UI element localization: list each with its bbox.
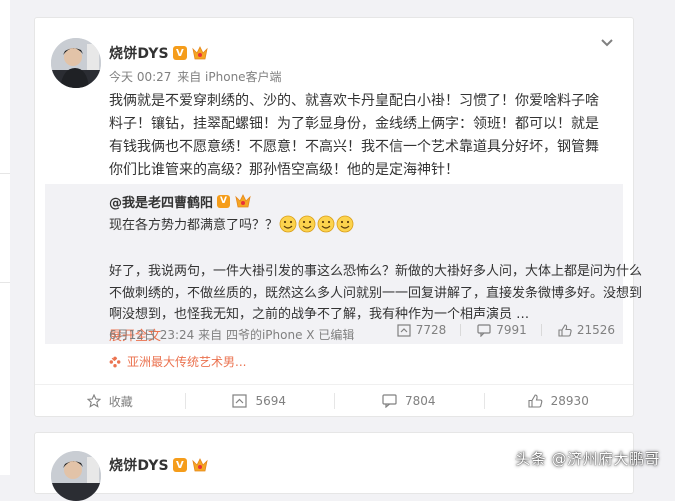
forward-icon xyxy=(232,394,248,408)
post-text-line: 料子！镶钻，挂翠配螺钿！为了彰显身份，金线绣上俩字：领班！都可以！就是 xyxy=(109,116,599,132)
favorite-button[interactable]: 收藏 xyxy=(35,385,185,417)
tag-flower-icon xyxy=(109,356,121,367)
repost-forward-count: 7728 xyxy=(415,323,447,337)
action-bar: 收藏 5694 7804 28930 xyxy=(35,384,633,417)
vip-icon[interactable] xyxy=(191,45,209,61)
reposted-content: @我是老四曹鹤阳 V 现在各方势力都满意了吗？？ 好了，我说两句，一件大褂引发的… xyxy=(45,184,643,365)
emoji-smile-icon xyxy=(298,215,316,232)
vip-icon[interactable] xyxy=(234,193,252,209)
forward-button[interactable]: 5694 xyxy=(184,385,335,417)
user-name-row: 烧饼DYS V xyxy=(109,456,209,474)
emoji-smile-icon xyxy=(336,215,354,232)
verified-badge: V xyxy=(172,458,187,472)
forward-count: 5694 xyxy=(255,394,287,408)
topic-tag-label: 亚洲最大传统艺术男... xyxy=(127,355,247,369)
emoji-smile-icon xyxy=(279,215,297,232)
repost-body-line: 好了，我说两句，一件大褂引发的事这么恐怖么？新做的大褂好多人问，大体上都是问为什… xyxy=(109,264,643,279)
user-name[interactable]: 烧饼DYS xyxy=(109,455,169,475)
avatar[interactable] xyxy=(51,451,101,501)
divider xyxy=(540,324,542,336)
repost-user-name[interactable]: @我是老四曹鹤阳 xyxy=(109,192,213,211)
user-name[interactable]: 烧饼DYS xyxy=(109,43,169,63)
chevron-down-icon[interactable] xyxy=(600,38,614,48)
like-icon xyxy=(558,323,572,337)
post-meta: 今天 00:27 来自 iPhone客户端 xyxy=(109,68,284,85)
verified-badge: V xyxy=(217,194,231,208)
repost-user-row: @我是老四曹鹤阳 V xyxy=(109,192,252,211)
left-edge-panel xyxy=(0,0,10,475)
divider xyxy=(0,282,10,283)
post-text-line: 有钱我俩也不愿意绣！不愿意！不高兴！我不信一个艺术靠道具分好坏，钢管舞 xyxy=(109,139,599,155)
like-button[interactable]: 28930 xyxy=(483,385,634,417)
avatar-photo xyxy=(51,451,101,501)
post-text: 我俩就是不爱穿刺绣的、沙的、就喜欢卡丹皇配白小褂！习惯了！你爱啥料子啥 料子！镶… xyxy=(109,90,614,182)
vip-icon[interactable] xyxy=(191,457,209,473)
watermark: 头条 @济州府大鹏哥 xyxy=(515,450,660,468)
repost-body-line: 不做刺绣的，不做丝质的，既然这么多人问就别一一回复讲解了，直接发条微博多好。没想… xyxy=(109,285,643,301)
emoji-smile-icon xyxy=(317,215,335,232)
comment-button[interactable]: 7804 xyxy=(334,385,484,417)
comment-icon xyxy=(382,394,397,408)
repost-like-stat[interactable]: 21526 xyxy=(558,323,615,337)
repost-comment-count: 7991 xyxy=(496,323,527,337)
topic-tag[interactable]: 亚洲最大传统艺术男... xyxy=(109,353,246,370)
repost-stats: 7728 7991 21526 xyxy=(381,323,615,337)
repost-comment-stat[interactable]: 7991 xyxy=(477,323,527,337)
forward-icon xyxy=(397,323,411,337)
post-text-line: 我俩就是不爱穿刺绣的、沙的、就喜欢卡丹皇配白小褂！习惯了！你爱啥料子啥 xyxy=(109,93,599,109)
comment-icon xyxy=(477,323,491,337)
repost-comment: 现在各方势力都满意了吗？？ xyxy=(109,214,354,233)
repost-source[interactable]: 来自 四爷的iPhone X xyxy=(198,328,314,342)
feed-post: 烧饼DYS V 今天 00:27 来自 iPhone客户端 我俩就是不爱穿刺绣的… xyxy=(34,17,643,417)
post-time[interactable]: 今天 00:27 xyxy=(109,70,171,84)
repost-forward-stat[interactable]: 7728 xyxy=(397,323,447,337)
favorite-icon xyxy=(86,394,101,408)
verified-badge: V xyxy=(172,46,187,60)
post-source[interactable]: 来自 iPhone客户端 xyxy=(177,70,281,84)
like-icon xyxy=(528,394,543,408)
divider xyxy=(0,173,10,174)
favorite-label: 收藏 xyxy=(108,394,133,409)
like-count: 28930 xyxy=(550,394,589,408)
repost-date[interactable]: 6月12日 23:24 xyxy=(109,328,194,342)
divider xyxy=(460,324,462,336)
repost-meta: 6月12日 23:24 来自 四爷的iPhone X 已编辑 xyxy=(109,326,354,343)
avatar-photo xyxy=(51,38,101,88)
post-text-line: 你们比谁管来的高级？那孙悟空高级！他的是定海神针！ xyxy=(109,162,459,178)
repost-comment-text: 现在各方势力都满意了吗？？ xyxy=(109,218,279,233)
avatar[interactable] xyxy=(51,38,101,88)
user-name-row: 烧饼DYS V xyxy=(109,44,209,62)
comment-count: 7804 xyxy=(404,394,436,408)
repost-like-count: 21526 xyxy=(576,323,615,337)
edited-label[interactable]: 已编辑 xyxy=(318,328,354,342)
